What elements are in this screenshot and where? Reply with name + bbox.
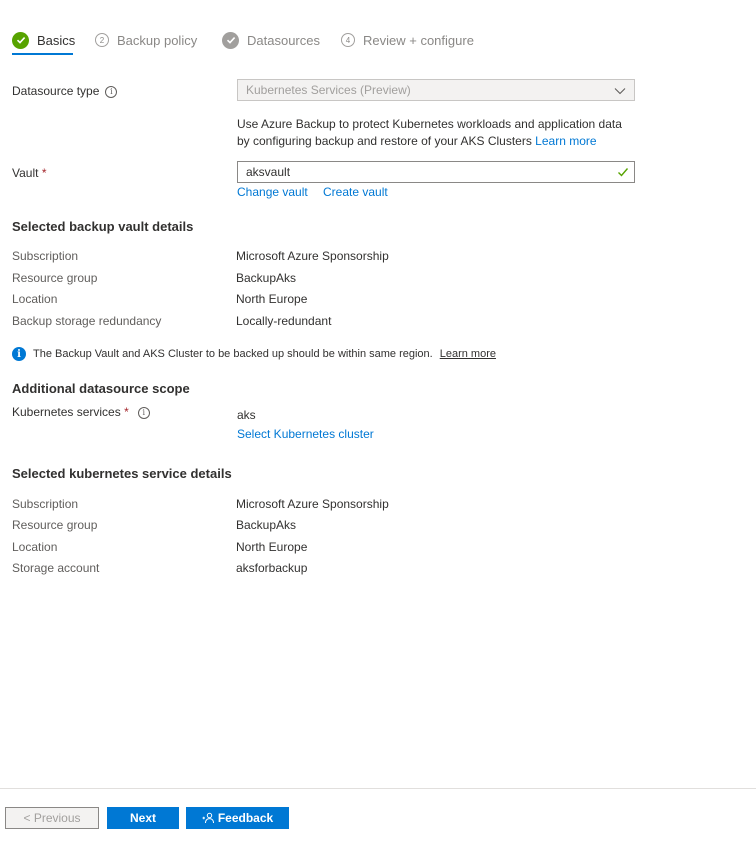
detail-label: Backup storage redundancy (12, 314, 162, 328)
previous-button[interactable]: < Previous (5, 807, 99, 829)
required-indicator: * (41, 166, 47, 180)
check-circle-icon (222, 31, 239, 49)
step-number-icon: 4 (341, 33, 355, 47)
datasource-type-label: Datasource type i (12, 84, 118, 98)
chevron-down-icon (614, 85, 626, 99)
tab-label: Basics (37, 32, 76, 48)
tab-label: Backup policy (117, 32, 198, 48)
datasource-type-dropdown[interactable]: Kubernetes Services (Preview) (237, 79, 635, 101)
detail-value: BackupAks (236, 271, 297, 285)
detail-label: Location (12, 540, 58, 554)
detail-value: North Europe (236, 540, 308, 554)
create-vault-link[interactable]: Create vault (323, 185, 388, 199)
learn-more-link[interactable]: Learn more (535, 134, 596, 148)
detail-label: Subscription (12, 249, 79, 263)
step-number-icon: 2 (95, 33, 109, 47)
detail-value: Microsoft Azure Sponsorship (236, 497, 389, 511)
detail-value: BackupAks (236, 518, 297, 532)
detail-label: Storage account (12, 561, 100, 575)
region-info-banner: i The Backup Vault and AKS Cluster to be… (12, 347, 496, 361)
active-tab-indicator (12, 53, 73, 55)
detail-label: Subscription (12, 497, 79, 511)
tab-label: Review + configure (363, 32, 474, 48)
vault-details-heading: Selected backup vault details (12, 219, 194, 234)
info-icon[interactable]: i (105, 85, 118, 98)
info-filled-icon: i (12, 347, 26, 361)
learn-more-link[interactable]: Learn more (440, 348, 496, 360)
vault-input[interactable]: aksvault (237, 161, 635, 183)
detail-label: Resource group (12, 518, 98, 532)
feedback-icon (202, 812, 214, 824)
detail-label: Location (12, 292, 58, 306)
required-indicator: * (124, 405, 129, 419)
checkmark-icon (617, 166, 629, 181)
detail-value: Microsoft Azure Sponsorship (236, 249, 389, 263)
vault-label: Vault * (12, 166, 47, 180)
detail-value: North Europe (236, 292, 308, 306)
tab-basics[interactable]: Basics (12, 28, 75, 52)
tab-label: Datasources (247, 32, 320, 48)
detail-value: aksforbackup (236, 561, 308, 575)
select-kubernetes-cluster-link[interactable]: Select Kubernetes cluster (237, 427, 374, 441)
detail-label: Resource group (12, 271, 98, 285)
tab-datasources[interactable]: Datasources (222, 28, 320, 52)
tab-review-configure[interactable]: 4 Review + configure (341, 28, 474, 52)
datasource-description: Use Azure Backup to protect Kubernetes w… (237, 117, 622, 148)
feedback-button[interactable]: Feedback (186, 807, 289, 829)
k8s-details-heading: Selected kubernetes service details (12, 466, 232, 481)
change-vault-link[interactable]: Change vault (237, 185, 308, 199)
check-circle-icon (12, 31, 29, 49)
kubernetes-service-value: aks (237, 408, 256, 422)
tab-backup-policy[interactable]: 2 Backup policy (95, 28, 197, 52)
info-icon[interactable]: i (137, 406, 150, 419)
kubernetes-services-label: Kubernetes services * i (12, 405, 150, 419)
scope-heading: Additional datasource scope (12, 381, 190, 396)
detail-value: Locally-redundant (236, 314, 332, 328)
footer-divider (0, 788, 756, 789)
next-button[interactable]: Next (107, 807, 179, 829)
